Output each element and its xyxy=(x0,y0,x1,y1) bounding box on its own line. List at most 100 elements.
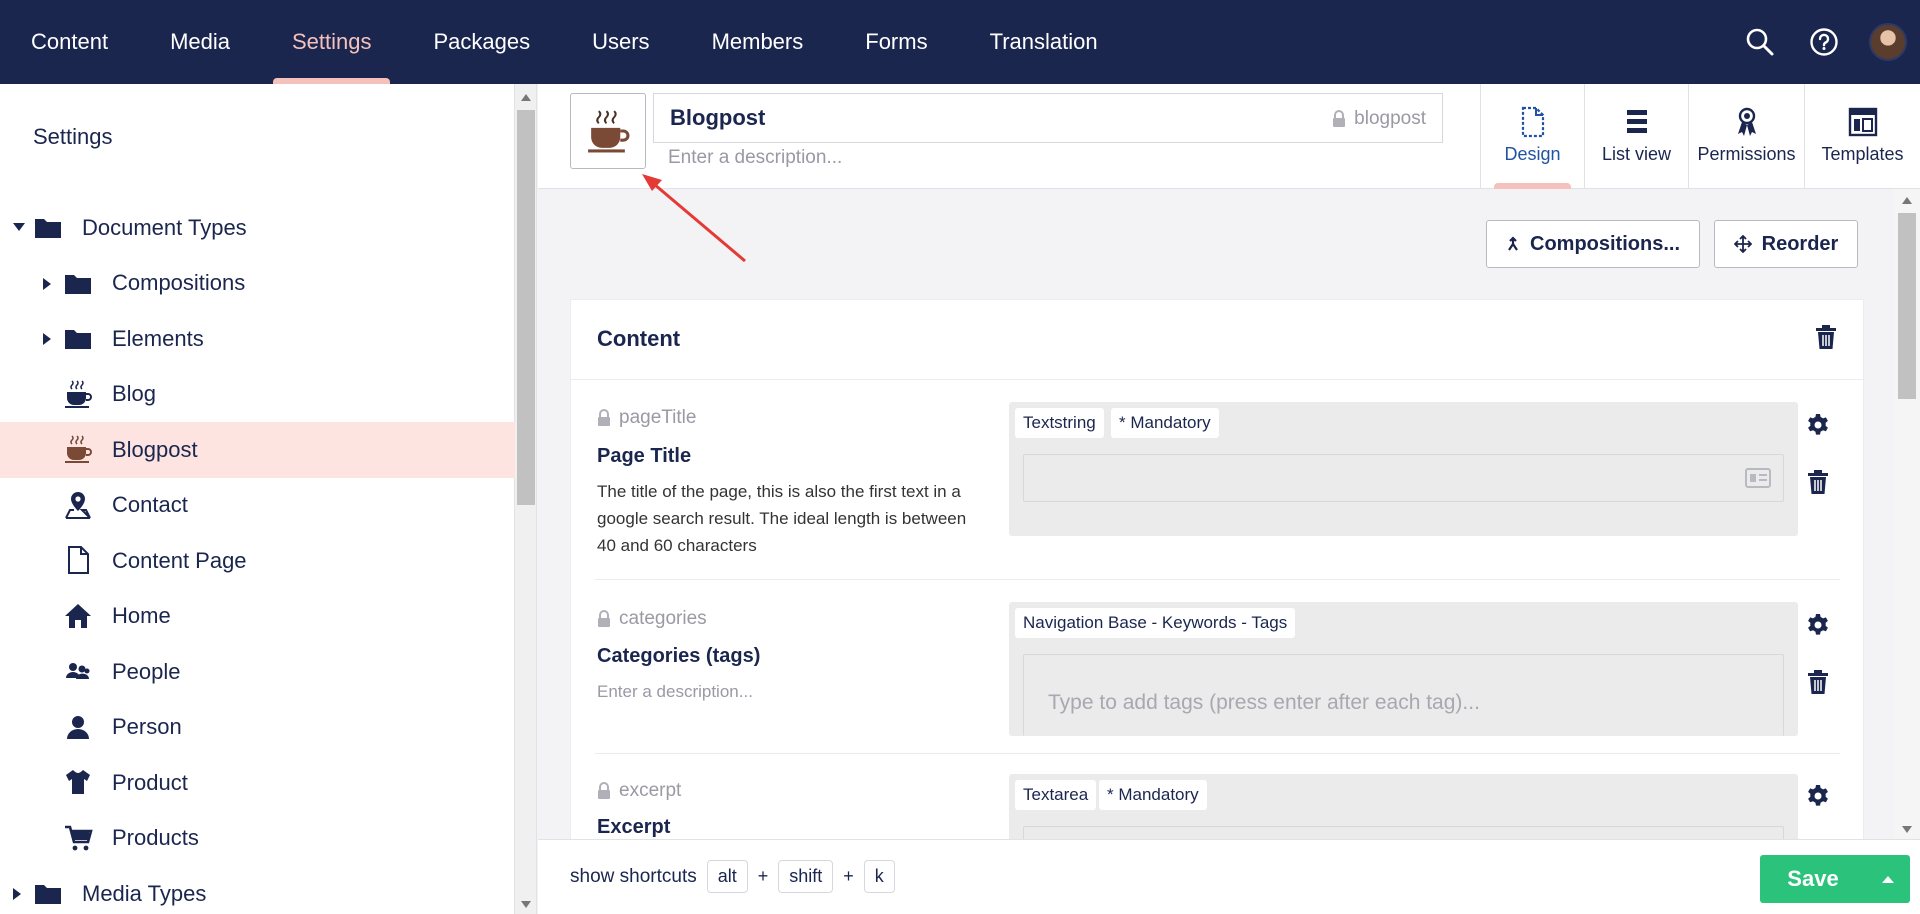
group-title[interactable]: Content xyxy=(597,326,680,352)
tree-item-elements[interactable]: Elements xyxy=(0,311,515,367)
tree-item-label: Document Types xyxy=(82,214,247,240)
compositions-label: Compositions... xyxy=(1530,232,1680,255)
tree-item-document-types[interactable]: Document Types xyxy=(0,200,515,256)
tree-item-contact[interactable]: Contact xyxy=(0,478,515,534)
workspace-scrollbar[interactable] xyxy=(1894,189,1920,839)
move-icon xyxy=(1733,235,1752,253)
cart-icon xyxy=(63,823,93,853)
lock-icon[interactable] xyxy=(1332,110,1346,128)
alias-field[interactable]: blogpost xyxy=(1332,108,1426,130)
property-alias[interactable]: categories xyxy=(597,608,707,630)
nav-forms[interactable]: Forms xyxy=(846,0,946,84)
caret-right-icon[interactable] xyxy=(43,333,51,345)
tree-item-compositions[interactable]: Compositions xyxy=(0,256,515,312)
scroll-up-arrow-icon[interactable] xyxy=(521,94,531,101)
property-delete-button[interactable] xyxy=(1800,664,1836,700)
property-delete-button[interactable] xyxy=(1800,464,1836,500)
top-actions xyxy=(1728,0,1920,84)
property-label[interactable]: Categories (tags) xyxy=(597,645,760,668)
property-alias[interactable]: excerpt xyxy=(597,780,681,802)
editor-type-tag: Navigation Base - Keywords - Tags xyxy=(1015,608,1296,638)
user-avatar[interactable] xyxy=(1856,0,1920,84)
property-group-content: Content pageTitle Page Title The title o… xyxy=(570,299,1864,866)
property-editor-preview[interactable]: Navigation Base - Keywords - Tags Type t… xyxy=(1009,602,1798,736)
tree-item-label: Compositions xyxy=(112,270,246,296)
tree-item-label: Contact xyxy=(112,492,188,518)
tree-item-content-page[interactable]: Content Page xyxy=(0,533,515,589)
nav-media[interactable]: Media xyxy=(151,0,249,84)
help-icon[interactable] xyxy=(1792,0,1856,84)
nav-translation[interactable]: Translation xyxy=(971,0,1117,84)
scrollbar-thumb[interactable] xyxy=(517,110,535,505)
sidebar-title: Settings xyxy=(33,124,113,149)
tree-item-label: Person xyxy=(112,714,182,740)
editor-type-tag: Textstring xyxy=(1015,408,1104,438)
scroll-down-arrow-icon[interactable] xyxy=(1902,826,1912,833)
app-label: List view xyxy=(1601,144,1672,164)
alias-text: blogpost xyxy=(1354,108,1426,129)
caret-right-icon[interactable] xyxy=(43,277,51,290)
reorder-label: Reorder xyxy=(1761,232,1839,255)
sidebar-scrollbar[interactable] xyxy=(515,84,537,914)
nav-settings[interactable]: Settings xyxy=(272,0,391,84)
lock-icon[interactable] xyxy=(597,409,611,427)
editor-apps: Design List view Permissions Templates xyxy=(1480,84,1920,189)
folder-icon xyxy=(33,212,63,242)
nav-members[interactable]: Members xyxy=(693,0,823,84)
app-templates[interactable]: Templates xyxy=(1804,84,1920,189)
tree-item-home[interactable]: Home xyxy=(0,589,515,645)
nav-packages[interactable]: Packages xyxy=(414,0,549,84)
name-input[interactable] xyxy=(670,105,1270,131)
property-settings-button[interactable] xyxy=(1800,778,1836,814)
nav-users[interactable]: Users xyxy=(573,0,668,84)
shirt-icon xyxy=(63,767,93,797)
tree-item-products[interactable]: Products xyxy=(0,811,515,867)
icon-picker-button[interactable] xyxy=(570,93,646,169)
caret-down-icon[interactable] xyxy=(13,223,25,231)
tree-item-blog[interactable]: Blog xyxy=(0,367,515,423)
gear-icon xyxy=(1808,785,1828,806)
property-alias-text: categories xyxy=(619,608,707,629)
folder-icon xyxy=(63,323,93,353)
property-label[interactable]: Excerpt xyxy=(597,816,670,839)
tree-item-label: People xyxy=(112,658,181,684)
name-field[interactable]: blogpost xyxy=(653,93,1443,143)
tree-item-media-types[interactable]: Media Types xyxy=(0,866,515,914)
tree-item-product[interactable]: Product xyxy=(0,755,515,811)
nav-content[interactable]: Content xyxy=(12,0,127,84)
save-options-button[interactable] xyxy=(1866,855,1910,903)
coffee-icon xyxy=(63,379,93,409)
property-settings-button[interactable] xyxy=(1800,407,1836,443)
property-alias[interactable]: pageTitle xyxy=(597,407,696,429)
scroll-down-arrow-icon[interactable] xyxy=(521,901,531,908)
app-permissions[interactable]: Permissions xyxy=(1688,84,1804,189)
property-settings-button[interactable] xyxy=(1800,607,1836,643)
lock-icon[interactable] xyxy=(597,782,611,800)
delete-group-button[interactable] xyxy=(1815,324,1837,355)
description-input[interactable] xyxy=(668,147,1268,169)
app-design[interactable]: Design xyxy=(1480,84,1584,189)
property-alias-text: excerpt xyxy=(619,780,682,801)
app-label: Templates xyxy=(1821,144,1904,164)
shortcuts-hint[interactable]: show shortcuts alt + shift + k xyxy=(570,860,895,893)
tree-item-blogpost[interactable]: Blogpost xyxy=(0,422,515,478)
app-list-view[interactable]: List view xyxy=(1584,84,1688,189)
tree-item-person[interactable]: Person xyxy=(0,700,515,756)
property-label[interactable]: Page Title xyxy=(597,445,691,468)
top-navigation: Content Media Settings Packages Users Me… xyxy=(0,0,1920,84)
reorder-button[interactable]: Reorder xyxy=(1714,220,1858,268)
caret-right-icon[interactable] xyxy=(13,888,21,900)
tree-item-label: Products xyxy=(112,825,199,851)
property-description[interactable]: The title of the page, this is also the … xyxy=(597,478,977,559)
lock-icon[interactable] xyxy=(597,610,611,628)
search-icon[interactable] xyxy=(1728,0,1792,84)
scroll-up-arrow-icon[interactable] xyxy=(1902,197,1912,204)
save-button[interactable]: Save xyxy=(1760,855,1866,903)
property-page-title: pageTitle Page Title The title of the pa… xyxy=(595,380,1840,580)
scrollbar-thumb[interactable] xyxy=(1898,213,1916,399)
coffee-icon xyxy=(588,110,630,153)
tree-item-people[interactable]: People xyxy=(0,644,515,700)
property-editor-preview[interactable]: Textstring * Mandatory xyxy=(1009,402,1798,536)
compositions-button[interactable]: Compositions... xyxy=(1486,220,1700,268)
property-description[interactable]: Enter a description... xyxy=(597,678,977,705)
